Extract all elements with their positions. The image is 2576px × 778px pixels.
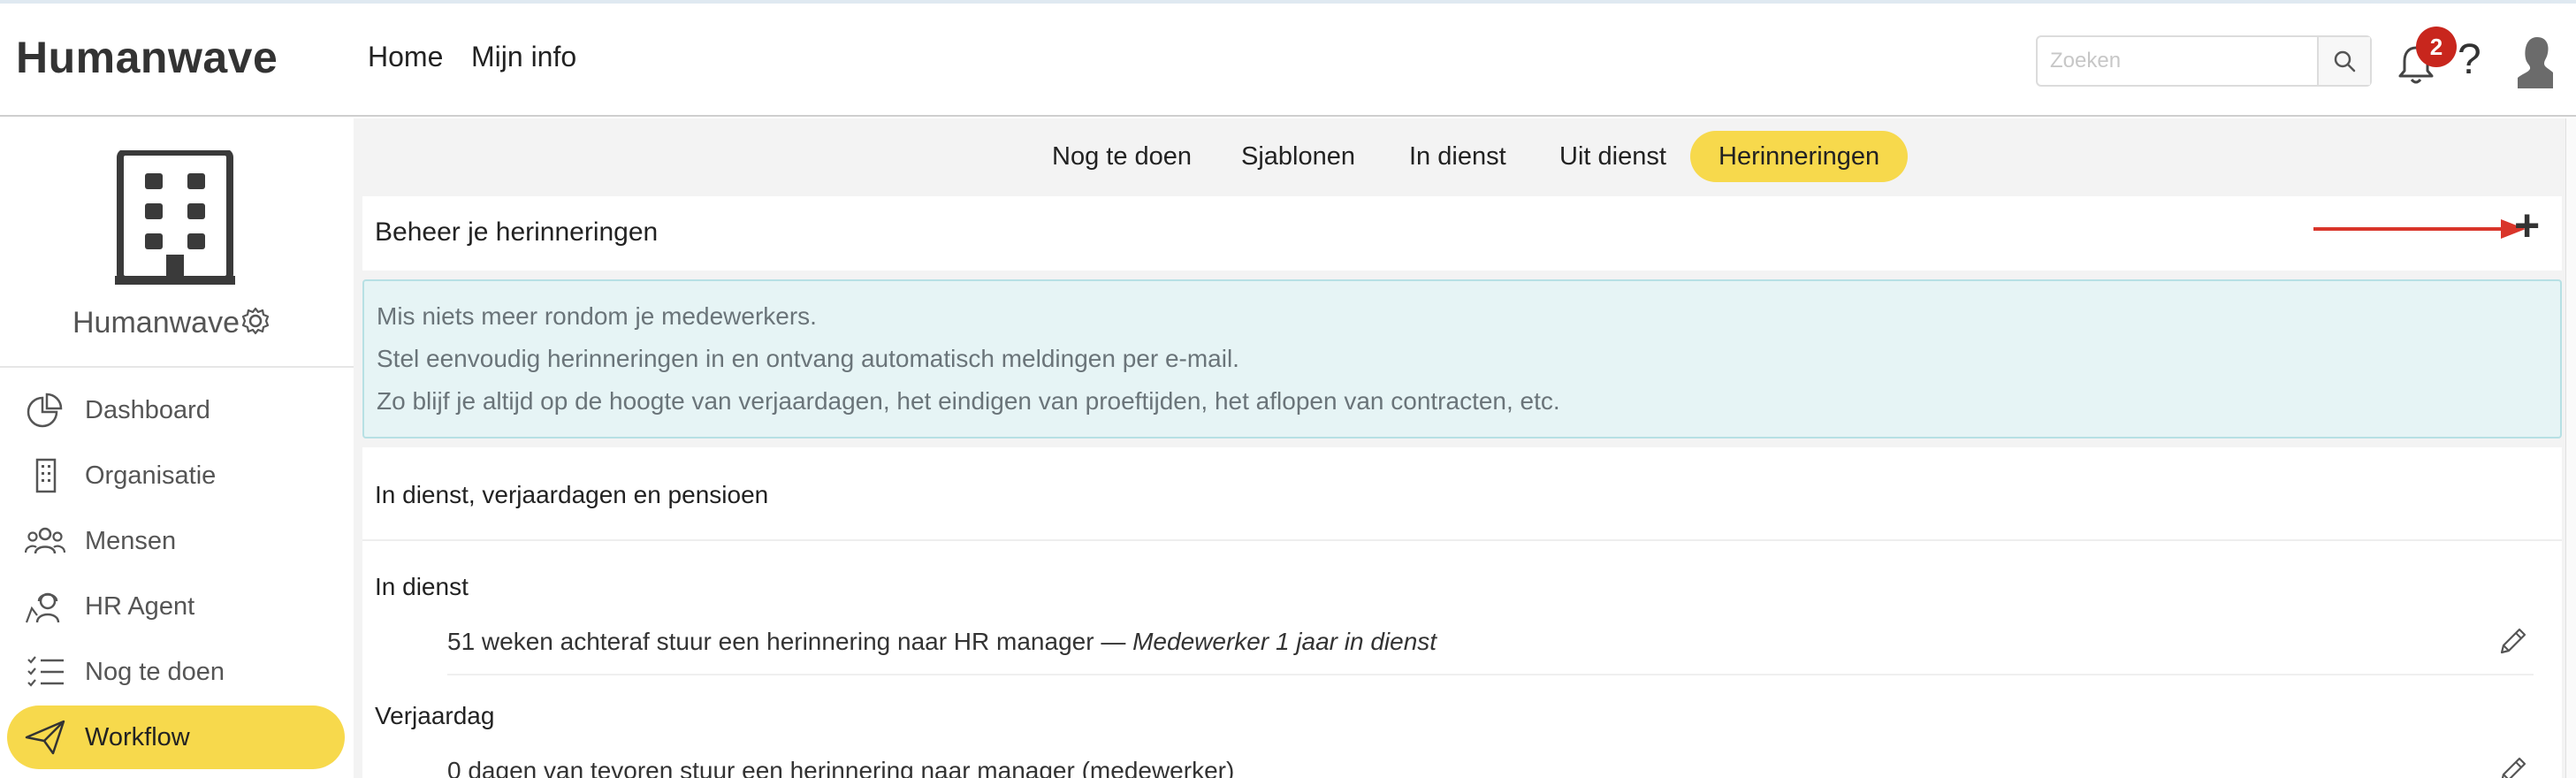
company-name: Humanwave: [72, 306, 240, 339]
building-icon: [35, 458, 57, 493]
search-input[interactable]: [2038, 37, 2319, 85]
sidebar-item-mensen[interactable]: Mensen: [7, 509, 345, 573]
reminder-row[interactable]: 0 dagen van tevoren stuur een herinnerin…: [447, 744, 2534, 778]
row-divider: [447, 674, 2534, 675]
top-header: Humanwave Home Mijn info 2 ?: [0, 4, 2576, 117]
agent-icon: [25, 592, 60, 623]
group-label-in-dienst: In dienst: [375, 573, 469, 600]
sidebar-item-label: Nog te doen: [85, 658, 225, 686]
tab-nog-te-doen[interactable]: Nog te doen: [1024, 131, 1220, 182]
tab-uit-dienst[interactable]: Uit dienst: [1531, 131, 1695, 182]
reminder-text: 0 dagen van tevoren stuur een herinnerin…: [447, 757, 1235, 778]
reminders-header: Beheer je herinneringen +: [362, 196, 2562, 271]
sidebar-item-label: Mensen: [85, 527, 177, 555]
info-line: Zo blijf je altijd op de hoogte van verj…: [377, 387, 1560, 415]
user-avatar[interactable]: [2514, 34, 2555, 88]
reminder-text: 51 weken achteraf stuur een herinnering …: [447, 628, 1437, 655]
section-title: In dienst, verjaardagen en pensioen: [375, 481, 769, 508]
help-icon[interactable]: ?: [2458, 35, 2481, 84]
arrow-right-icon: [2313, 219, 2526, 239]
pencil-edit-icon[interactable]: [2496, 755, 2528, 778]
page-title: Beheer je herinneringen: [375, 217, 659, 247]
sidebar-item-label: HR Agent: [85, 592, 195, 621]
nav-mijn-info-link[interactable]: Mijn info: [471, 41, 576, 73]
app-logo[interactable]: Humanwave: [16, 32, 278, 83]
tab-sjablonen[interactable]: Sjablonen: [1213, 131, 1383, 182]
settings-gear-icon[interactable]: [240, 306, 271, 336]
sidebar-divider: [0, 366, 354, 368]
tab-in-dienst[interactable]: In dienst: [1381, 131, 1535, 182]
notification-count-badge[interactable]: 2: [2416, 27, 2457, 67]
search-button[interactable]: [2317, 37, 2370, 85]
people-icon: [25, 527, 65, 554]
sidebar-item-label: Workflow: [85, 723, 190, 751]
sidebar-item-label: Dashboard: [85, 396, 210, 424]
reminder-name: Medewerker 1 jaar in dienst: [1132, 628, 1437, 655]
add-reminder-button[interactable]: +: [2514, 200, 2540, 251]
info-line: Mis niets meer rondom je medewerkers.: [377, 302, 817, 330]
paper-plane-icon: [25, 720, 65, 755]
search-box: [2036, 35, 2372, 87]
tab-herinneringen[interactable]: Herinneringen: [1690, 131, 1909, 182]
sidebar-item-nog-te-doen[interactable]: Nog te doen: [7, 640, 345, 704]
sidebar-item-hr-agent[interactable]: HR Agent: [7, 575, 345, 638]
info-line: Stel eenvoudig herinneringen in en ontva…: [377, 345, 1239, 372]
info-box: Mis niets meer rondom je medewerkers. St…: [362, 279, 2562, 439]
pie-chart-icon: [27, 393, 63, 428]
sidebar-item-organisatie[interactable]: Organisatie: [7, 444, 345, 507]
reminder-row[interactable]: 51 weken achteraf stuur een herinnering …: [447, 615, 2534, 668]
pencil-edit-icon[interactable]: [2496, 626, 2528, 658]
building-icon: [115, 150, 235, 285]
reminders-list: In dienst, verjaardagen en pensioen In d…: [362, 447, 2562, 778]
sidebar-item-label: Organisatie: [85, 461, 217, 490]
nav-home-link[interactable]: Home: [368, 41, 443, 73]
scrollbar[interactable]: [2565, 118, 2576, 778]
section-divider: [362, 539, 2562, 541]
sidebar-item-dashboard[interactable]: Dashboard: [7, 378, 345, 442]
checklist-icon: [27, 656, 64, 687]
sidebar: Humanwave Dashboard Organisatie Mensen H…: [0, 118, 354, 778]
search-icon: [2334, 50, 2356, 72]
sidebar-item-workflow[interactable]: Workflow: [7, 706, 345, 769]
group-label-verjaardag: Verjaardag: [375, 702, 495, 729]
